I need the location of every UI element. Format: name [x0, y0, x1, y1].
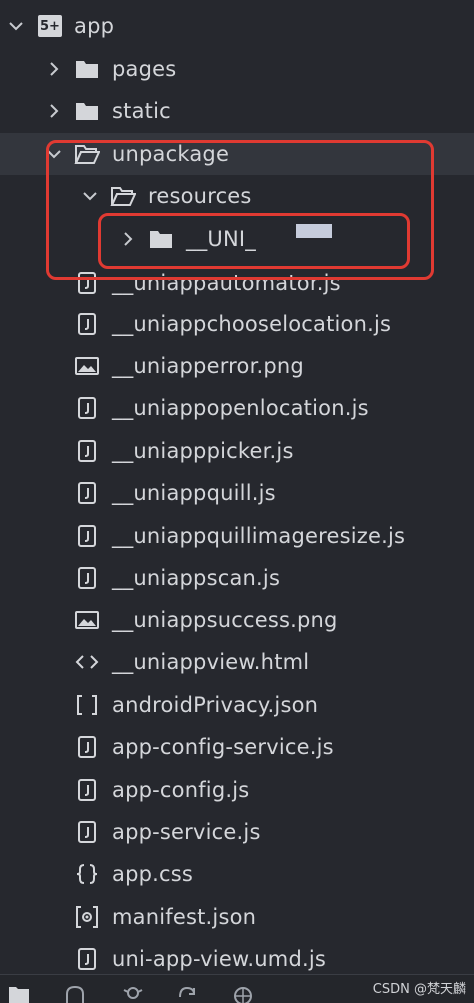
tree-file[interactable]: __uniappsuccess.png: [0, 599, 474, 641]
js-file-icon: [74, 565, 100, 591]
tree-root-app[interactable]: 5+ app: [0, 5, 474, 47]
tree-file[interactable]: manifest.json: [0, 896, 474, 938]
html-file-icon: [74, 649, 100, 675]
tree-file[interactable]: __uniapperror.png: [0, 345, 474, 387]
folder-open-icon: [74, 141, 100, 167]
folder-icon: [74, 98, 100, 124]
tree-item-label: unpackage: [112, 142, 230, 166]
tree-item-label: __uniappquill.js: [112, 481, 276, 505]
tree-folder-resources[interactable]: resources: [0, 175, 474, 217]
tree-item-label: __uniappautomator.js: [112, 271, 341, 295]
tree-item-label: __uniappopenlocation.js: [112, 396, 369, 420]
watermark: CSDN @梵天麟: [372, 982, 466, 997]
tree-item-label: __UNI_: [186, 227, 256, 251]
globe-icon[interactable]: [232, 985, 254, 1003]
js-file-icon: [74, 311, 100, 337]
image-file-icon: [74, 607, 100, 633]
redaction-block: [296, 224, 332, 238]
tree-folder-pages[interactable]: pages: [0, 48, 474, 90]
tree-item-label: app-config.js: [112, 778, 250, 802]
folder-icon: [74, 56, 100, 82]
github-icon[interactable]: [64, 985, 86, 1003]
tree-item-label: __uniappchooselocation.js: [112, 312, 392, 336]
js-file-icon: [74, 480, 100, 506]
tree-item-label: manifest.json: [112, 905, 257, 929]
tree-file[interactable]: __uniappquillimageresize.js: [0, 515, 474, 557]
tree-file[interactable]: app-service.js: [0, 811, 474, 853]
tree-item-label: static: [112, 99, 171, 123]
tree-item-label: uni-app-view.umd.js: [112, 947, 327, 971]
tree-item-label: __uniapperror.png: [112, 354, 304, 378]
js-file-icon: [74, 734, 100, 760]
chevron-right-icon[interactable]: [46, 103, 62, 119]
js-file-icon: [74, 777, 100, 803]
tree-item-label: __uniappscan.js: [112, 566, 281, 590]
js-file-icon: [74, 270, 100, 296]
tree-folder-static[interactable]: static: [0, 90, 474, 132]
tree-folder-unpackage[interactable]: unpackage: [0, 133, 474, 175]
tree-item-label: app-config-service.js: [112, 735, 334, 759]
chevron-right-icon[interactable]: [120, 231, 136, 247]
folder-open-icon: [110, 183, 136, 209]
folder-icon: [148, 226, 174, 252]
refresh-icon[interactable]: [176, 985, 198, 1003]
js-file-icon: [74, 819, 100, 845]
tree-file[interactable]: androidPrivacy.json: [0, 684, 474, 726]
tree-item-label: app.css: [112, 862, 194, 886]
tree-item-label: pages: [112, 57, 177, 81]
image-file-icon: [74, 353, 100, 379]
chevron-down-icon[interactable]: [46, 146, 62, 162]
tree-file[interactable]: __uniappquill.js: [0, 472, 474, 514]
manifest-file-icon: [74, 904, 100, 930]
chevron-right-icon[interactable]: [46, 61, 62, 77]
tree-item-label: resources: [148, 184, 252, 208]
tree-folder-uni[interactable]: __UNI_: [0, 218, 474, 260]
chevron-down-icon[interactable]: [8, 18, 24, 34]
chevron-down-icon[interactable]: [82, 188, 98, 204]
tree-file[interactable]: app-config.js: [0, 769, 474, 811]
tree-file[interactable]: __uniappscan.js: [0, 557, 474, 599]
tree-item-label: __uniappquillimageresize.js: [112, 524, 406, 548]
folder-icon[interactable]: [8, 985, 30, 1003]
js-file-icon: [74, 395, 100, 421]
js-file-icon: [74, 523, 100, 549]
json-file-icon: [74, 692, 100, 718]
tree-item-label: __uniappsuccess.png: [112, 608, 338, 632]
project-badge-icon: 5+: [38, 15, 62, 37]
tree-file[interactable]: __uniappview.html: [0, 641, 474, 683]
tree-item-label: __uniappview.html: [112, 650, 310, 674]
tree-file[interactable]: app-config-service.js: [0, 726, 474, 768]
tree-file[interactable]: __uniappchooselocation.js: [0, 303, 474, 345]
tree-item-label: androidPrivacy.json: [112, 693, 319, 717]
js-file-icon: [74, 438, 100, 464]
tree-item-label: app-service.js: [112, 820, 261, 844]
tree-file[interactable]: __uniapppicker.js: [0, 430, 474, 472]
tree-file[interactable]: __uniappopenlocation.js: [0, 387, 474, 429]
css-file-icon: [74, 861, 100, 887]
tree-file[interactable]: app.css: [0, 853, 474, 895]
bug-icon[interactable]: [122, 985, 144, 1003]
tree-file[interactable]: __uniappautomator.js: [0, 262, 474, 304]
js-file-icon: [74, 946, 100, 972]
tree-root-label: app: [74, 14, 115, 38]
tree-item-label: __uniapppicker.js: [112, 439, 294, 463]
